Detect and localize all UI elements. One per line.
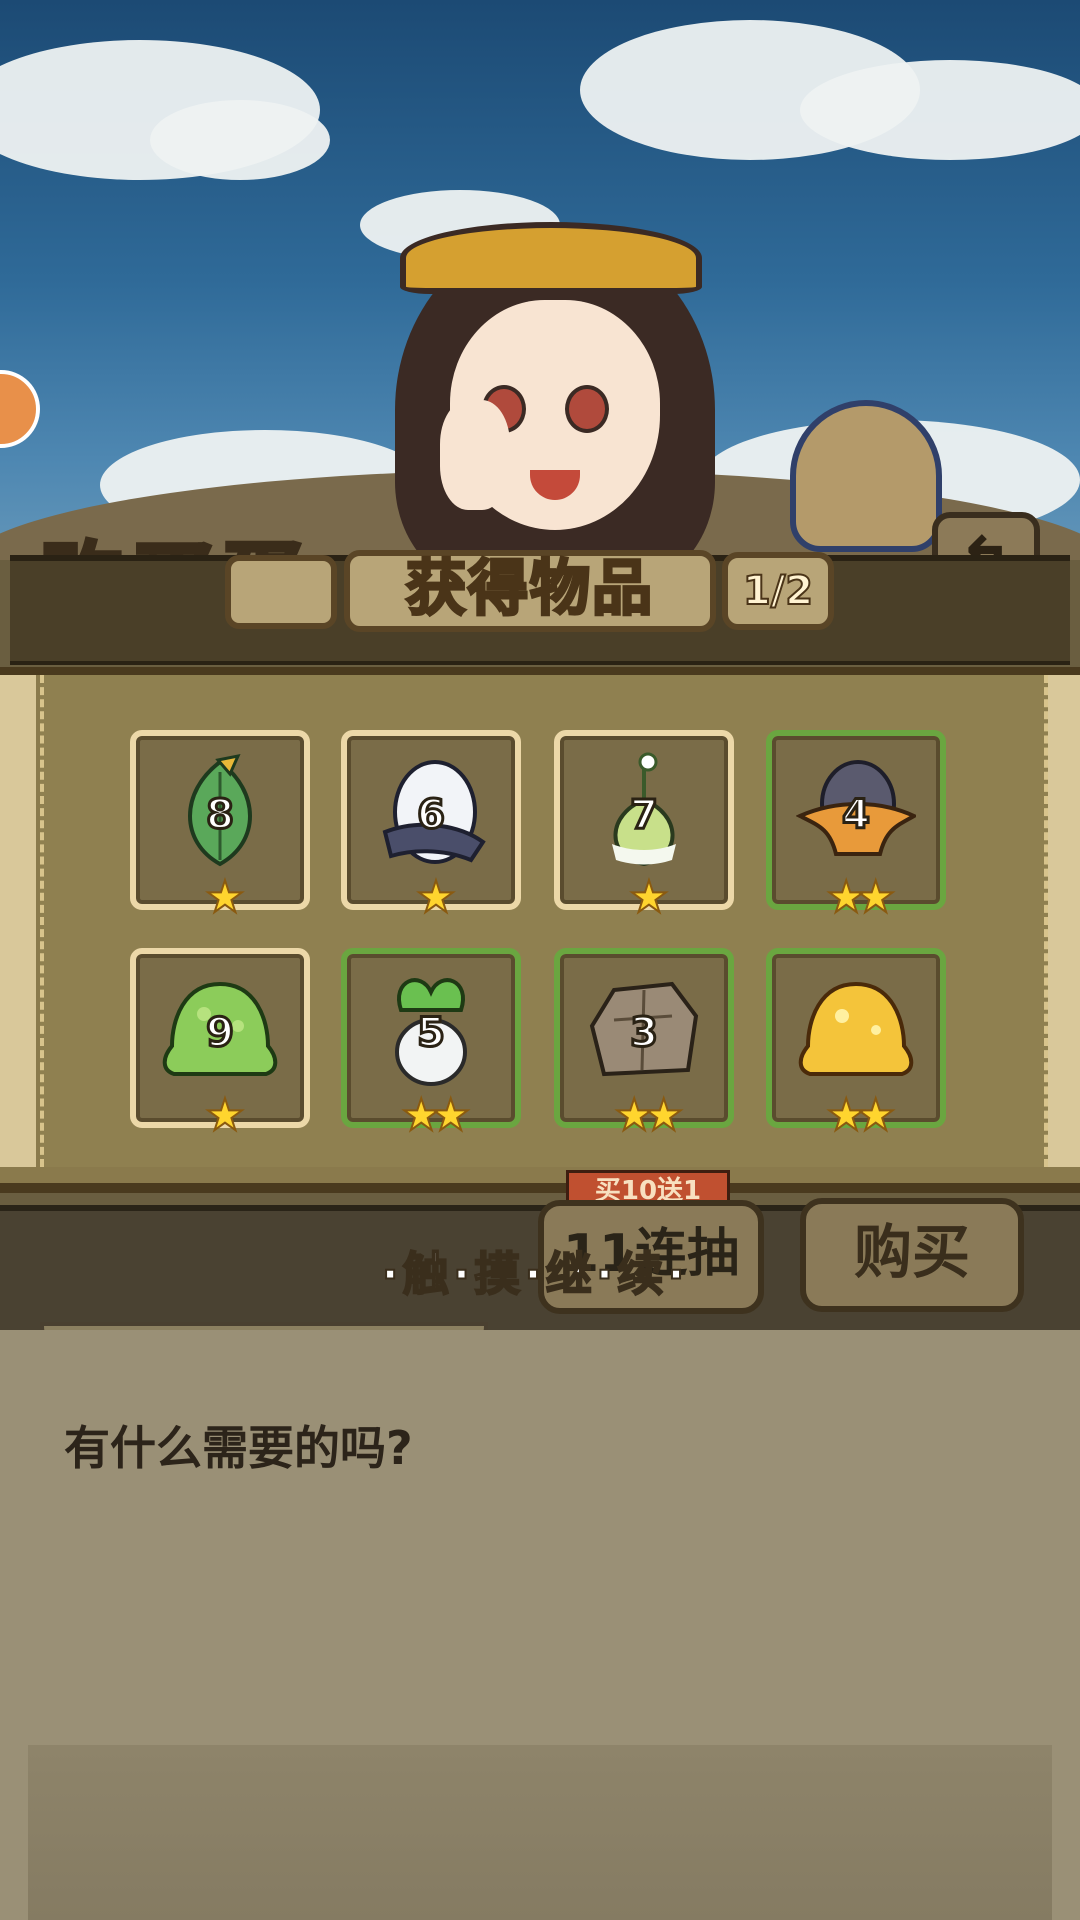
star-rating: ★ [204,1090,245,1141]
star-rating: ★★ [826,1090,897,1141]
item-count: 4 [841,791,872,840]
page-indicator: 1/2 [722,552,834,630]
dialog-title: 获得物品 [405,553,654,626]
item-count: 5 [416,1009,447,1058]
item-count: 7 [629,791,660,840]
item-count: 8 [205,791,236,840]
touch-to-continue[interactable]: ·触·摸·继·续· [300,1238,770,1304]
star-rating: ★ [204,872,245,923]
item-card-hat-egg[interactable]: 4 ★★ [766,730,946,921]
character-hand [440,400,510,510]
star-rating: ★★ [401,1090,472,1141]
item-count: 3 [629,1009,660,1058]
star-rating: ★★ [826,872,897,923]
gold-slime-icon [798,981,914,1076]
star-rating: ★ [415,872,456,923]
item-card-rock-golem[interactable]: 3 ★★ [554,948,734,1139]
panel-side-strip [0,675,36,1167]
star-rating: ★★ [614,1090,685,1141]
item-card-leaf-bud[interactable]: 8 ★ [130,730,310,921]
title-tab-left [225,555,337,629]
character-headband [400,222,702,294]
item-card-green-bulb[interactable]: 7 ★ [554,730,734,921]
item-count: 6 [416,791,447,840]
item-card-gold-slime[interactable]: ★★ [766,948,946,1139]
npc-figure [790,400,942,552]
cloud [150,100,330,180]
cloud [800,60,1080,160]
dialogue-decoration [28,1745,1052,1920]
item-count: 9 [205,1009,236,1058]
star-rating: ★ [628,872,669,923]
dialogue-text: 有什么需要的吗? [64,1421,413,1475]
character-eye [565,385,609,433]
item-card-green-slime[interactable]: 9 ★ [130,948,310,1139]
buy-button[interactable]: 购买 [800,1198,1024,1312]
panel-side-strip [1044,675,1080,1167]
item-card-white-egg[interactable]: 6 ★ [341,730,521,921]
item-card-turnip[interactable]: 5 ★★ [341,948,521,1139]
